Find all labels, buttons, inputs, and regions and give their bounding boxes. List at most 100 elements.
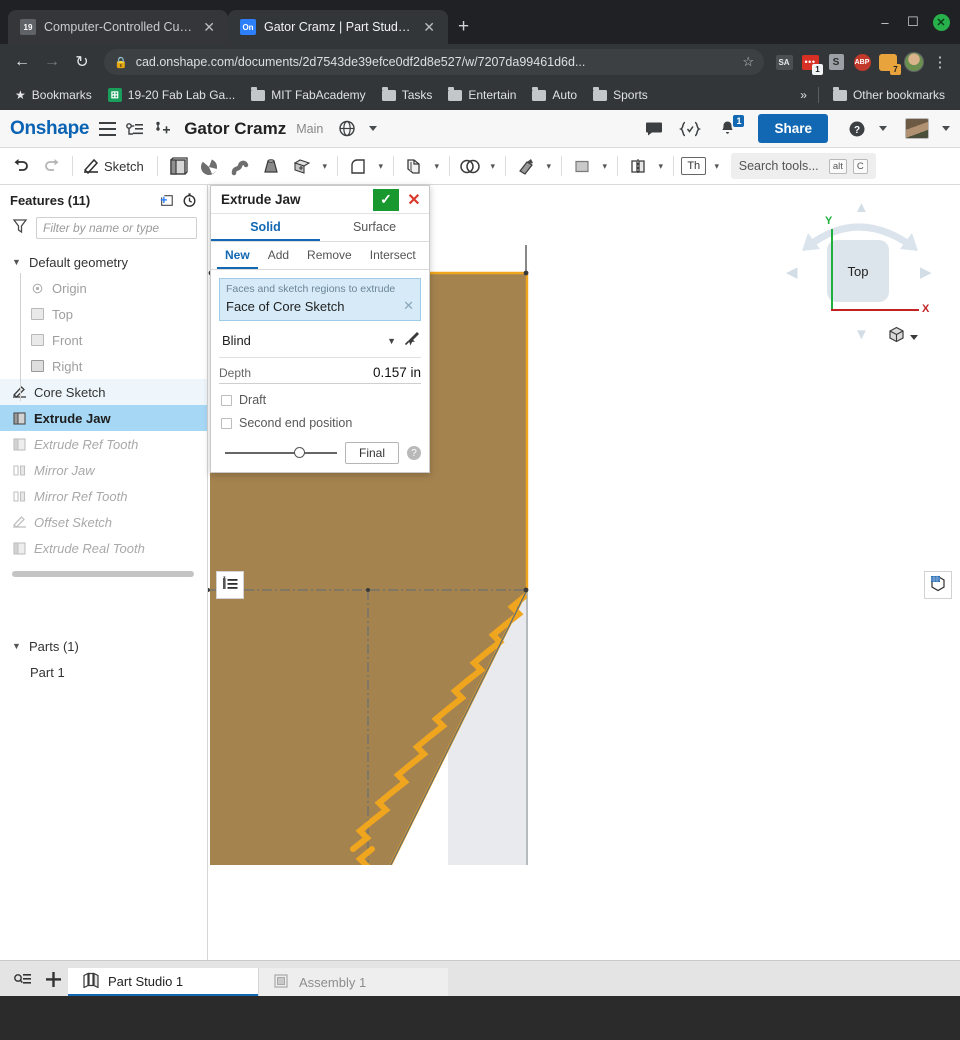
- bookmark-auto[interactable]: Auto: [525, 85, 584, 105]
- adblock-extension-icon[interactable]: ABP: [850, 50, 874, 74]
- other-bookmarks-folder[interactable]: Other bookmarks: [826, 85, 952, 105]
- draft-tool[interactable]: [511, 151, 541, 181]
- rotate-left-arrow-icon[interactable]: ◀: [786, 263, 798, 281]
- bookmarks-overflow-icon[interactable]: »: [796, 88, 811, 102]
- second-end-checkbox[interactable]: [221, 417, 232, 429]
- notification-bell-icon[interactable]: 1: [719, 115, 745, 137]
- add-folder-icon[interactable]: [159, 193, 174, 208]
- chevron-down-icon[interactable]: ▾: [654, 151, 668, 181]
- thickness-tool[interactable]: Th: [679, 151, 709, 181]
- help-icon[interactable]: ?: [848, 120, 866, 138]
- document-tree-icon[interactable]: [126, 122, 144, 136]
- fillet-tool[interactable]: [343, 151, 373, 181]
- browser-tab-2[interactable]: On Gator Cramz | Part Studio 1 ✕: [228, 10, 448, 44]
- honey-extension-icon[interactable]: 7: [876, 50, 901, 75]
- account-avatar-icon[interactable]: [905, 118, 929, 139]
- view-cube-face-top[interactable]: Top: [827, 240, 889, 302]
- chevron-down-icon[interactable]: ▼: [12, 641, 22, 651]
- bookmarks-root[interactable]: ★ Bookmarks: [8, 85, 99, 105]
- feature-tree-scrollbar[interactable]: [12, 571, 194, 577]
- merge-slider[interactable]: [225, 447, 337, 458]
- window-close-button[interactable]: ✕: [928, 10, 954, 34]
- flip-direction-icon[interactable]: [403, 330, 421, 352]
- close-icon[interactable]: ✕: [200, 18, 218, 36]
- view-cube[interactable]: ▲ ▼ ◀ ▶ Top Y X: [780, 193, 940, 353]
- tree-item-extrude-jaw[interactable]: Extrude Jaw: [0, 405, 207, 431]
- chevron-down-icon[interactable]: [369, 126, 378, 131]
- insert-version-icon[interactable]: [154, 121, 171, 136]
- parts-group-header[interactable]: ▼ Parts (1): [0, 633, 207, 659]
- revolve-tool[interactable]: [194, 151, 224, 181]
- appearance-button[interactable]: [924, 571, 952, 599]
- bookmark-star-icon[interactable]: ☆: [742, 54, 754, 70]
- chevron-down-icon[interactable]: [942, 126, 950, 131]
- globe-icon[interactable]: [339, 120, 356, 137]
- tree-item-right-plane[interactable]: Right: [0, 353, 207, 379]
- draft-checkbox-row[interactable]: Draft: [221, 393, 421, 407]
- sweep-tool[interactable]: [225, 151, 255, 181]
- sa-extension-icon[interactable]: SA: [772, 50, 796, 74]
- final-button[interactable]: Final: [344, 442, 399, 464]
- confirm-button[interactable]: ✓: [373, 188, 399, 211]
- chevron-down-icon[interactable]: ▼: [12, 257, 22, 267]
- tree-item-extrude-ref-tooth[interactable]: Extrude Ref Tooth: [0, 431, 207, 457]
- tree-item-origin[interactable]: Origin: [0, 275, 207, 301]
- rollback-history-icon[interactable]: [182, 193, 197, 208]
- chevron-down-icon[interactable]: [910, 334, 918, 340]
- search-tools-input[interactable]: Search tools... alt C: [730, 153, 876, 179]
- document-title[interactable]: Gator Cramz: [184, 119, 286, 139]
- chevron-down-icon[interactable]: ▾: [374, 151, 388, 181]
- chevron-down-icon[interactable]: ▾: [598, 151, 612, 181]
- footer-tab-part-studio-1[interactable]: Part Studio 1: [68, 968, 258, 996]
- chevron-down-icon[interactable]: ▾: [318, 151, 332, 181]
- minimize-icon[interactable]: –: [872, 10, 898, 34]
- bookmark-tasks[interactable]: Tasks: [375, 85, 440, 105]
- tree-group-default-geometry[interactable]: ▼ Default geometry: [0, 249, 207, 275]
- tab-remove[interactable]: Remove: [299, 242, 360, 269]
- back-icon[interactable]: ←: [8, 48, 36, 76]
- sketch-button[interactable]: Sketch: [78, 151, 152, 181]
- tab-new[interactable]: New: [217, 242, 258, 269]
- clear-selection-icon[interactable]: ✕: [403, 298, 414, 314]
- feature-filter-input[interactable]: Filter by name or type: [36, 217, 197, 239]
- forward-icon[interactable]: →: [38, 48, 66, 76]
- tab-filter-icon[interactable]: [8, 962, 38, 996]
- chevron-down-icon[interactable]: ▾: [710, 151, 724, 181]
- mirror-tool[interactable]: [623, 151, 653, 181]
- tree-item-core-sketch[interactable]: Core Sketch: [0, 379, 207, 405]
- help-question-icon[interactable]: ?: [407, 446, 421, 460]
- faces-selection-box[interactable]: Faces and sketch regions to extrude Face…: [219, 278, 421, 321]
- kebab-menu-icon[interactable]: ⋮: [928, 50, 952, 74]
- face-tool[interactable]: [567, 151, 597, 181]
- rotate-right-arrow-icon[interactable]: ▶: [920, 263, 932, 281]
- slider-thumb[interactable]: [294, 447, 306, 458]
- second-end-checkbox-row[interactable]: Second end position: [221, 416, 421, 430]
- close-icon[interactable]: ✕: [420, 18, 438, 36]
- tab-intersect[interactable]: Intersect: [362, 242, 424, 269]
- undo-icon[interactable]: [6, 151, 36, 181]
- tree-item-front-plane[interactable]: Front: [0, 327, 207, 353]
- footer-tab-assembly-1[interactable]: Assembly 1: [258, 968, 448, 996]
- share-button[interactable]: Share: [758, 114, 828, 143]
- s-extension-icon[interactable]: S: [824, 50, 848, 74]
- browser-tab-1[interactable]: 19 Computer-Controlled Cutting ✕: [8, 10, 228, 44]
- hamburger-menu-icon[interactable]: [99, 121, 117, 136]
- address-bar[interactable]: 🔒 cad.onshape.com/documents/2d7543de39ef…: [104, 49, 764, 75]
- tab-surface[interactable]: Surface: [320, 214, 429, 241]
- shell-tool[interactable]: [399, 151, 429, 181]
- chevron-down-icon[interactable]: [879, 126, 887, 131]
- onshape-logo[interactable]: Onshape: [10, 118, 90, 140]
- chevron-down-icon[interactable]: ▾: [542, 151, 556, 181]
- tree-item-offset-sketch[interactable]: Offset Sketch: [0, 509, 207, 535]
- extrude-dialog[interactable]: Extrude Jaw ✓ ✕ Solid Surface New Add Re…: [210, 185, 430, 473]
- display-list-button[interactable]: [216, 571, 244, 599]
- rotate-down-arrow-icon[interactable]: ▼: [854, 326, 869, 343]
- cancel-button[interactable]: ✕: [403, 189, 425, 211]
- extrude-tool[interactable]: [163, 151, 193, 181]
- bookmark-sports[interactable]: Sports: [586, 85, 655, 105]
- chevron-down-icon[interactable]: ▾: [486, 151, 500, 181]
- tree-item-extrude-real-tooth[interactable]: Extrude Real Tooth: [0, 535, 207, 561]
- branch-label[interactable]: Main: [296, 122, 323, 136]
- tab-solid[interactable]: Solid: [211, 214, 320, 241]
- chevron-down-icon[interactable]: ▾: [430, 151, 444, 181]
